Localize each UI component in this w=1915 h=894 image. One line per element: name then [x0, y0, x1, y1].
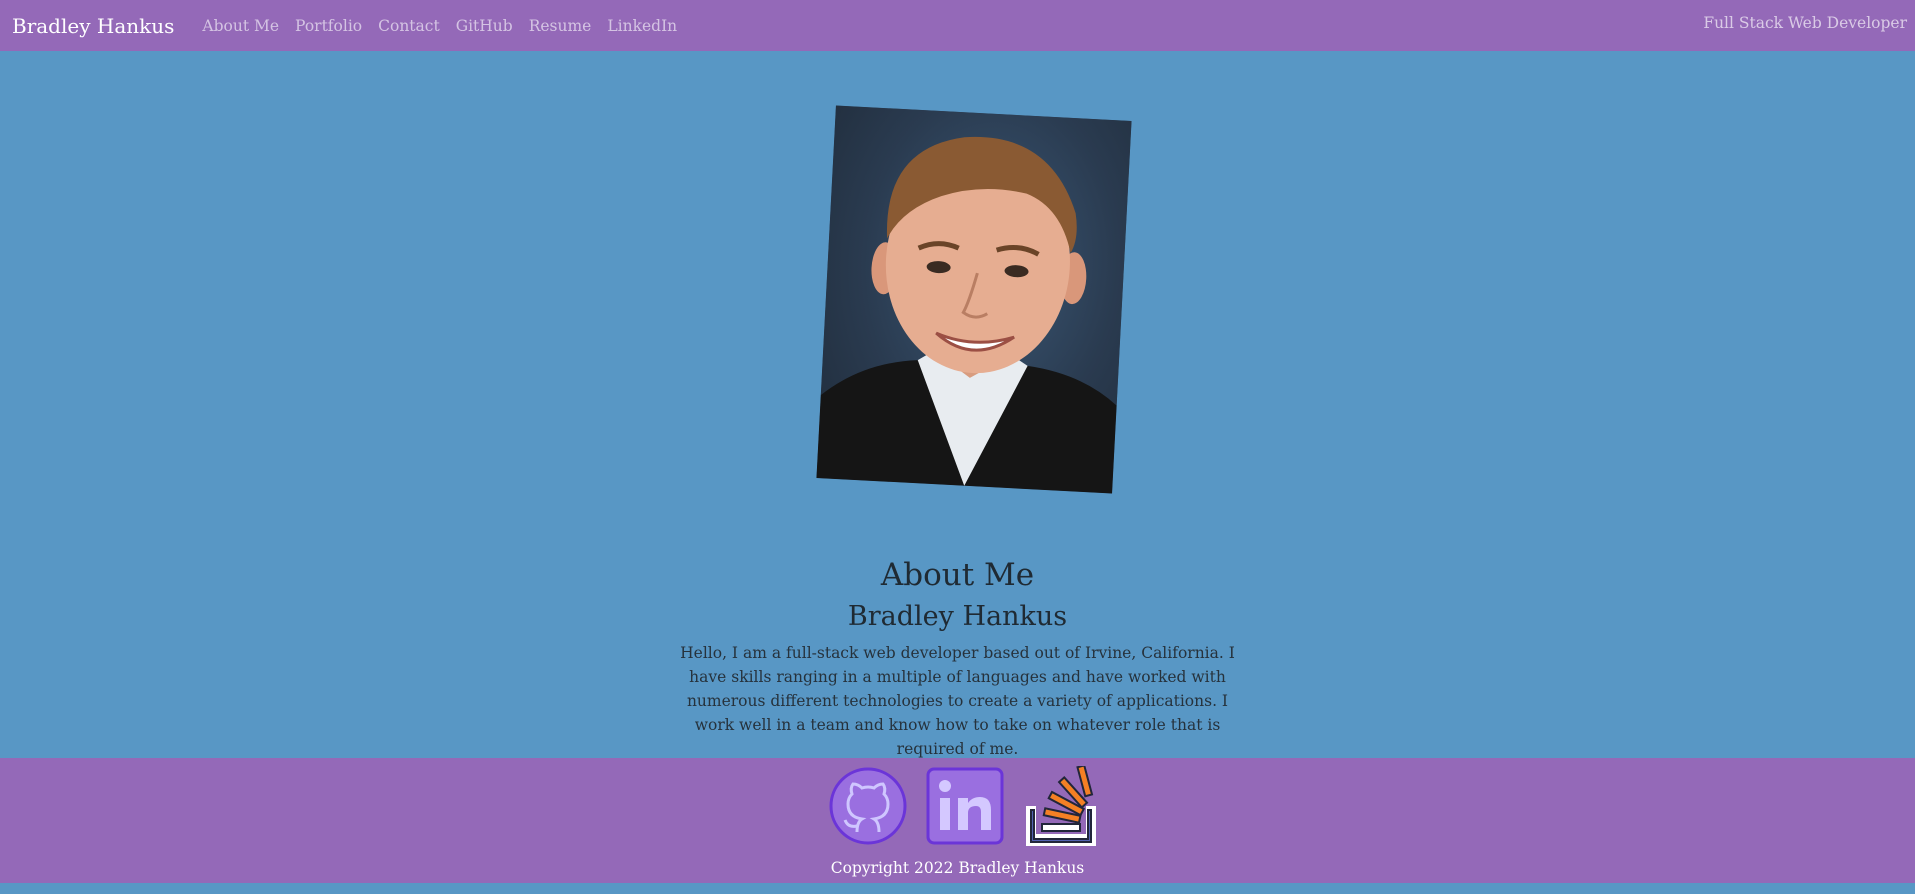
footer: Copyright 2022 Bradley Hankus: [0, 758, 1915, 883]
about-title: About Me: [880, 557, 1035, 593]
brand-link[interactable]: Bradley Hankus: [12, 14, 174, 38]
nav-links: About Me Portfolio Contact GitHub Resume…: [186, 17, 677, 35]
navbar-tagline: Full Stack Web Developer: [1703, 14, 1907, 32]
navbar: Bradley Hankus About Me Portfolio Contac…: [0, 0, 1915, 51]
nav-link-about-me[interactable]: About Me: [202, 17, 279, 35]
nav-link-github[interactable]: GitHub: [456, 17, 513, 35]
github-icon[interactable]: [828, 766, 908, 850]
profile-photo: [816, 105, 1132, 494]
copyright: Copyright 2022 Bradley Hankus: [830, 859, 1085, 877]
linkedin-icon[interactable]: [925, 766, 1005, 850]
nav-link-contact[interactable]: Contact: [378, 17, 440, 35]
nav-link-portfolio[interactable]: Portfolio: [295, 17, 362, 35]
nav-link-resume[interactable]: Resume: [529, 17, 592, 35]
about-text: Hello, I am a full-stack web developer b…: [680, 644, 1235, 758]
about-section: About Me Bradley Hankus Hello, I am a fu…: [0, 553, 1915, 761]
about-name: Bradley Hankus: [847, 601, 1068, 632]
social-icons: [0, 764, 1915, 850]
nav-link-linkedin[interactable]: LinkedIn: [607, 17, 677, 35]
stackoverflow-icon[interactable]: [1022, 764, 1104, 852]
